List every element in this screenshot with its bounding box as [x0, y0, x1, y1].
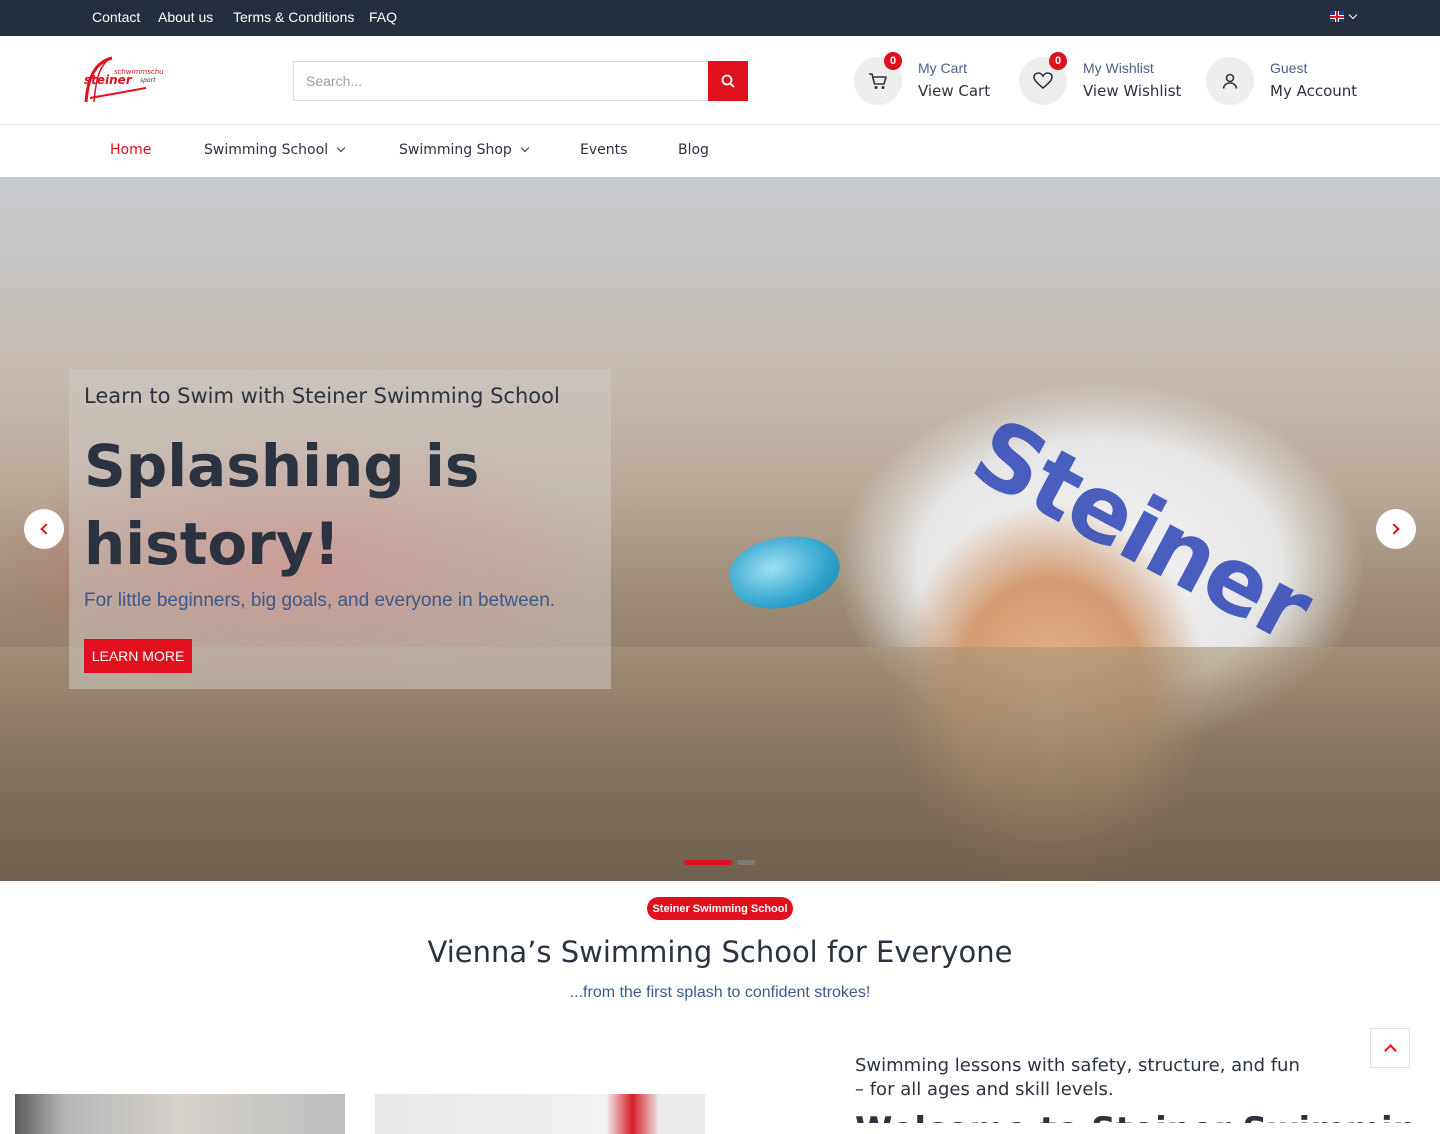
topbar-link-about[interactable]: About us: [158, 9, 213, 25]
chevron-down-icon: [336, 143, 346, 153]
nav-item-swimming-school[interactable]: Swimming School: [204, 142, 346, 158]
uk-flag-icon: [1330, 11, 1344, 22]
nav-item-swimming-shop[interactable]: Swimming Shop: [399, 142, 530, 158]
back-to-top-button[interactable]: [1370, 1028, 1410, 1068]
feature-heading: Welcome to Steiner Swimming: [855, 1106, 1415, 1123]
hero-subtitle: Learn to Swim with Steiner Swimming Scho…: [84, 384, 560, 408]
search-bar: [293, 61, 748, 101]
site-logo[interactable]: steiner schwimmschule sport: [82, 54, 170, 106]
nav-label: Home: [110, 142, 152, 158]
site-header: steiner schwimmschule sport 0 My Cart Vi…: [0, 36, 1440, 125]
topbar-link-terms[interactable]: Terms & Conditions: [233, 9, 354, 25]
wishlist-button[interactable]: 0: [1019, 52, 1067, 105]
view-wishlist-link[interactable]: View Wishlist: [1083, 78, 1181, 104]
slider-dots: [684, 860, 755, 865]
topbar-link-faq[interactable]: FAQ: [369, 9, 397, 25]
cart-button[interactable]: 0: [854, 52, 902, 105]
hero-description: For little beginners, big goals, and eve…: [84, 590, 556, 611]
cart-label: My Cart: [918, 60, 967, 76]
svg-text:sport: sport: [140, 77, 156, 84]
account-button[interactable]: [1206, 57, 1254, 105]
wishlist-widget[interactable]: 0 My Wishlist View Wishlist: [1019, 52, 1181, 105]
top-bar: Contact About us Terms & Conditions FAQ: [0, 0, 1440, 36]
hero-slider: Steiner Learn to Swim with Steiner Swimm…: [0, 177, 1440, 881]
feature-image-1: [15, 1094, 345, 1134]
logo-icon: steiner schwimmschule sport: [84, 56, 170, 103]
feature-image-2: [375, 1094, 705, 1134]
account-widget[interactable]: Guest My Account: [1206, 57, 1357, 105]
wishlist-label: My Wishlist: [1083, 60, 1154, 76]
topbar-link-contact[interactable]: Contact: [92, 9, 140, 25]
section-subtitle: ...from the first splash to confident st…: [569, 984, 871, 1001]
nav-label: Blog: [678, 142, 709, 158]
chevron-right-icon: [1388, 523, 1400, 535]
slider-dot-active[interactable]: [684, 860, 732, 865]
section-title: Vienna’s Swimming School for Everyone: [427, 935, 1013, 969]
slider-next-button[interactable]: [1376, 509, 1416, 549]
slider-dot[interactable]: [737, 860, 755, 865]
nav-label: Swimming School: [204, 142, 329, 158]
view-cart-link[interactable]: View Cart: [918, 78, 990, 104]
cart-count-badge: 0: [884, 52, 902, 70]
cart-icon: [869, 73, 887, 89]
search-icon: [721, 74, 735, 88]
chevron-left-icon: [40, 523, 52, 535]
heart-icon: [1033, 72, 1053, 90]
slider-prev-button[interactable]: [24, 509, 64, 549]
chevron-down-icon: [1348, 10, 1358, 20]
nav-item-blog[interactable]: Blog: [678, 142, 709, 158]
chevron-up-icon: [1383, 1043, 1397, 1057]
svg-text:schwimmschule: schwimmschule: [114, 68, 164, 76]
chevron-down-icon: [520, 143, 530, 153]
main-navigation: Home Swimming School Swimming Shop Event…: [0, 126, 1440, 177]
nav-label: Events: [580, 142, 628, 158]
search-button[interactable]: [708, 61, 748, 101]
nav-item-events[interactable]: Events: [580, 142, 627, 158]
cart-widget[interactable]: 0 My Cart View Cart: [854, 52, 990, 105]
language-selector[interactable]: [1330, 10, 1358, 22]
swim-cap-logo: Steiner: [956, 397, 1328, 664]
feature-intro-text: Swimming lessons with safety, structure,…: [855, 1055, 1300, 1100]
account-label: Guest: [1270, 60, 1308, 76]
hero-title: Splashing is history!: [84, 432, 480, 578]
goggles-graphic: [722, 523, 848, 621]
search-input[interactable]: [293, 61, 708, 101]
wishlist-count-badge: 0: [1049, 52, 1067, 70]
user-icon: [1222, 73, 1238, 89]
nav-label: Swimming Shop: [399, 142, 512, 158]
section-badge: Steiner Swimming School: [647, 897, 793, 920]
my-account-link[interactable]: My Account: [1270, 78, 1357, 104]
nav-item-home[interactable]: Home: [110, 142, 151, 158]
learn-more-button[interactable]: LEARN MORE: [84, 639, 192, 673]
